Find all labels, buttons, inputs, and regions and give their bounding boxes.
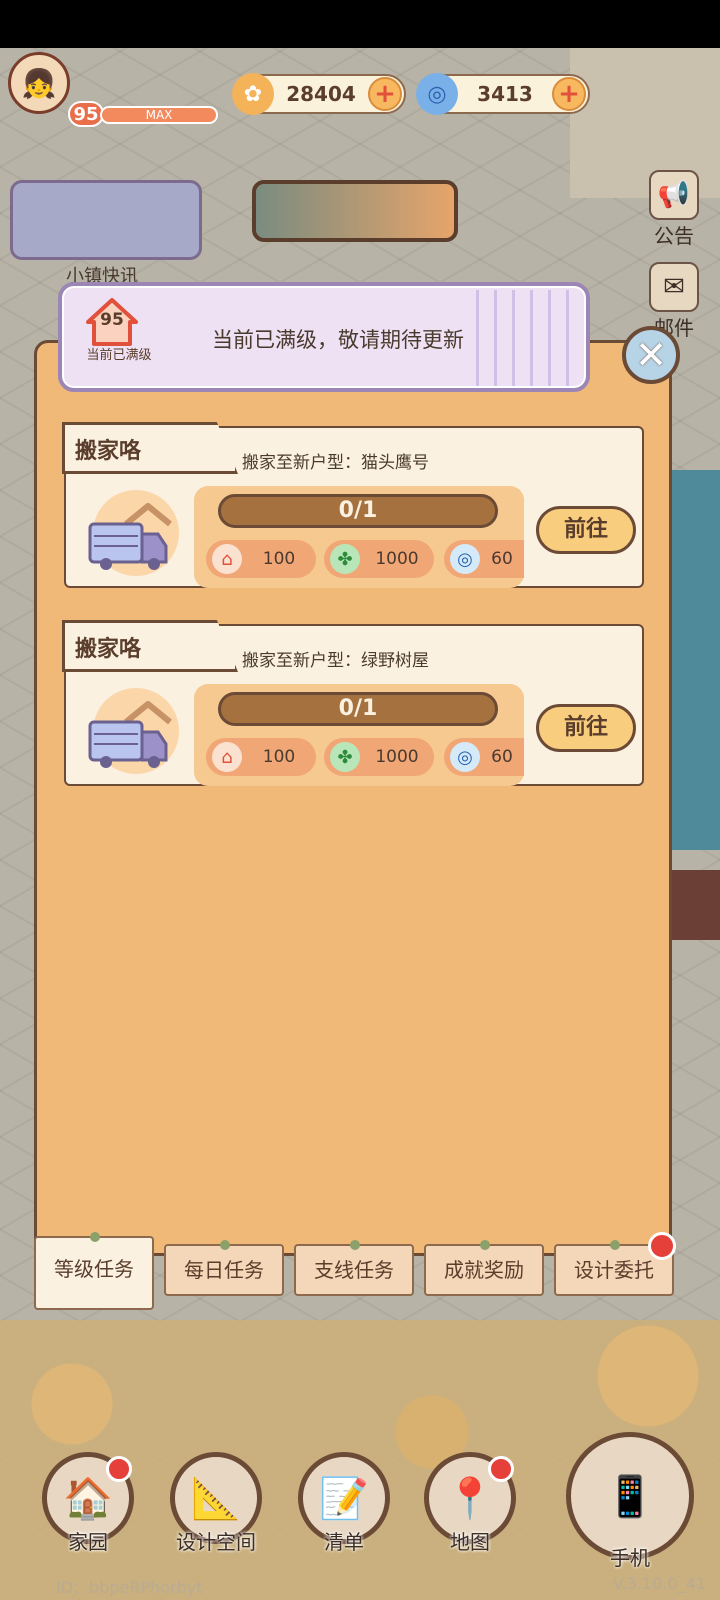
reward-value: 1000 <box>375 549 419 569</box>
gold-currency: ✿ 28404 + <box>232 73 406 115</box>
nav-label: 地图 <box>450 1530 490 1554</box>
close-button[interactable]: ✕ <box>622 326 680 384</box>
phone-icon: 📱 <box>566 1432 694 1560</box>
gem-currency: ◎ 3413 + <box>416 73 590 115</box>
reward-swirl-gem: ◎ 60 <box>444 738 524 776</box>
scene-wall-red <box>670 870 720 940</box>
notification-dot <box>106 1456 132 1482</box>
swirl-gem-icon: ◎ <box>416 73 458 115</box>
swirl-gem-icon: ◎ <box>450 544 480 574</box>
envelope-icon: ✉ <box>649 262 699 312</box>
task-card: 搬家咯 搬家至新户型：绿野树屋 0/1 ⌂ 100 ✤ 1000 ◎ 60 前往 <box>62 620 644 786</box>
version-label: V.3.10.0_41 <box>612 1574 706 1593</box>
nav-home[interactable]: 🏠 家园 <box>38 1452 138 1555</box>
avatar-icon: 👧 <box>21 66 57 100</box>
clover-icon: ✤ <box>330 544 360 574</box>
banner-decoration <box>476 290 576 386</box>
megaphone-icon: 📢 <box>649 170 699 220</box>
add-gold-button[interactable]: + <box>368 77 402 111</box>
scene-pool <box>670 470 720 850</box>
moving-truck-icon <box>88 503 172 570</box>
add-gem-button[interactable]: + <box>552 77 586 111</box>
task-tab-label: 搬家咯 <box>62 620 238 672</box>
task-card: 搬家咯 搬家至新户型：猫头鹰号 0/1 ⌂ 100 ✤ 1000 ◎ 60 前往 <box>62 422 644 588</box>
notification-dot <box>648 1232 676 1260</box>
tab-label: 支线任务 <box>314 1258 394 1282</box>
moving-truck-icon <box>88 701 172 768</box>
swirl-gem-icon: ◎ <box>450 742 480 772</box>
max-level-banner: 95 当前已满级 当前已满级，敬请期待更新 <box>58 282 590 392</box>
reward-value: 100 <box>262 549 296 569</box>
tab-label: 设计委托 <box>574 1258 654 1282</box>
go-button[interactable]: 前往 <box>536 704 636 752</box>
player-id: ID：bbpeRPhorbyt <box>56 1578 203 1597</box>
tab-pin <box>90 1232 100 1242</box>
task-category-tabs: 等级任务 每日任务 支线任务 成就奖励 设计委托 <box>34 1232 694 1316</box>
town-news-banner[interactable] <box>10 180 202 260</box>
reward-house-exp: ⌂ 100 <box>206 540 316 578</box>
reward-value: 60 <box>491 549 513 569</box>
level-progress-bar: MAX <box>100 106 218 124</box>
nav-label: 设计空间 <box>176 1530 256 1554</box>
tab-pin <box>610 1240 620 1250</box>
reward-clover: ✤ 1000 <box>324 540 434 578</box>
task-tab-label: 搬家咯 <box>62 422 238 474</box>
reward-value: 1000 <box>375 747 419 767</box>
status-bar <box>0 0 720 48</box>
nav-list[interactable]: 📝 清单 <box>294 1452 394 1555</box>
house-icon: ⌂ <box>212 742 242 772</box>
gold-amount: 28404 <box>286 82 356 106</box>
tab-label: 等级任务 <box>54 1257 134 1281</box>
reward-house-exp: ⌂ 100 <box>206 738 316 776</box>
announcement-button[interactable]: 📢 公告 <box>640 170 708 249</box>
max-level-sub-label: 当前已满级 <box>86 348 152 363</box>
max-level-message: 当前已满级，敬请期待更新 <box>212 328 464 352</box>
close-icon: ✕ <box>635 333 667 377</box>
scene-preview-window[interactable] <box>252 180 458 242</box>
tab-label: 成就奖励 <box>444 1258 524 1282</box>
task-progress-box: 0/1 ⌂ 100 ✤ 1000 ◎ 60 <box>194 486 524 588</box>
go-button[interactable]: 前往 <box>536 506 636 554</box>
nav-phone[interactable]: 📱 手机 <box>560 1432 700 1571</box>
nav-label: 家园 <box>68 1530 108 1554</box>
tab-level-tasks[interactable]: 等级任务 <box>34 1232 154 1310</box>
tab-pin <box>220 1240 230 1250</box>
house-level-number: 95 <box>100 310 124 330</box>
task-progress-bar: 0/1 <box>218 494 498 528</box>
tab-design-commissions[interactable]: 设计委托 <box>554 1232 676 1296</box>
notification-dot <box>488 1456 514 1482</box>
task-progress-bar: 0/1 <box>218 692 498 726</box>
task-description: 搬家至新户型：绿野树屋 <box>242 651 429 671</box>
tab-pin <box>480 1240 490 1250</box>
reward-swirl-gem: ◎ 60 <box>444 540 524 578</box>
gold-coin-icon: ✿ <box>232 73 274 115</box>
nav-design-space[interactable]: 📐 设计空间 <box>166 1452 266 1555</box>
nav-map[interactable]: 📍 地图 <box>420 1452 520 1555</box>
nav-label: 手机 <box>610 1546 650 1570</box>
announcement-label: 公告 <box>654 224 694 248</box>
task-progress-box: 0/1 ⌂ 100 ✤ 1000 ◎ 60 <box>194 684 524 786</box>
tab-side-tasks[interactable]: 支线任务 <box>294 1240 414 1296</box>
tab-achievements[interactable]: 成就奖励 <box>424 1240 544 1296</box>
tab-daily-tasks[interactable]: 每日任务 <box>164 1240 284 1296</box>
nav-label: 清单 <box>324 1530 364 1554</box>
house-icon: ⌂ <box>212 544 242 574</box>
reward-value: 60 <box>491 747 513 767</box>
clover-icon: ✤ <box>330 742 360 772</box>
reward-value: 100 <box>262 747 296 767</box>
player-level-badge: 95 <box>68 101 104 127</box>
player-avatar[interactable]: 👧 <box>8 52 70 114</box>
task-description: 搬家至新户型：猫头鹰号 <box>242 453 429 473</box>
reward-clover: ✤ 1000 <box>324 738 434 776</box>
tab-label: 每日任务 <box>184 1258 264 1282</box>
tab-pin <box>350 1240 360 1250</box>
gem-amount: 3413 <box>477 82 533 106</box>
